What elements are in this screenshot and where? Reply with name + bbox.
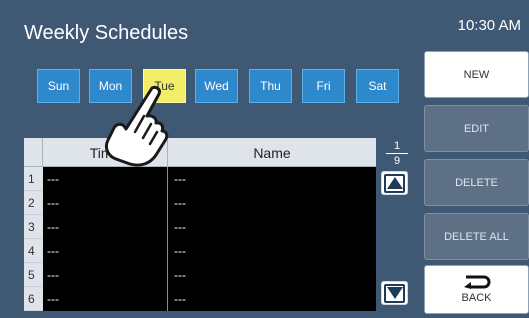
- new-button[interactable]: NEW: [424, 51, 529, 98]
- hand-pointer-icon: [104, 85, 169, 167]
- row-name: ---: [168, 239, 376, 263]
- table-row[interactable]: 2 --- ---: [24, 191, 376, 215]
- down-arrow-icon: [384, 283, 405, 303]
- edit-button[interactable]: EDIT: [424, 105, 529, 152]
- row-name: ---: [168, 287, 376, 311]
- row-number: 3: [24, 215, 43, 239]
- row-name: ---: [168, 167, 376, 191]
- row-number: 5: [24, 263, 43, 287]
- row-number: 4: [24, 239, 43, 263]
- row-time: ---: [43, 215, 168, 239]
- day-button-wed[interactable]: Wed: [195, 69, 238, 103]
- delete-button[interactable]: DELETE: [424, 159, 529, 206]
- table-row[interactable]: 4 --- ---: [24, 239, 376, 263]
- delete-all-button[interactable]: DELETE ALL: [424, 213, 529, 260]
- page-divider: [386, 153, 408, 154]
- page-title: Weekly Schedules: [24, 22, 189, 44]
- row-time: ---: [43, 239, 168, 263]
- table-row[interactable]: 5 --- ---: [24, 263, 376, 287]
- row-time: ---: [43, 167, 168, 191]
- day-button-thu[interactable]: Thu: [249, 69, 292, 103]
- row-name: ---: [168, 263, 376, 287]
- table-row[interactable]: 6 --- ---: [24, 287, 376, 311]
- row-time: ---: [43, 191, 168, 215]
- clock: 10:30 AM: [457, 17, 521, 34]
- page-current: 1: [393, 140, 401, 152]
- header-name: Name: [253, 144, 291, 161]
- day-button-fri[interactable]: Fri: [302, 69, 345, 103]
- day-button-sun[interactable]: Sun: [37, 69, 80, 103]
- scroll-down-button[interactable]: [381, 281, 408, 305]
- back-label: BACK: [461, 292, 492, 304]
- schedule-table: Time Name 1 --- --- 2 --- --- 3 --- --- …: [0, 138, 376, 314]
- table-header: Time Name: [24, 138, 376, 167]
- scroll-up-button[interactable]: [381, 171, 408, 195]
- up-arrow-icon: [384, 173, 405, 193]
- day-button-sat[interactable]: Sat: [356, 69, 399, 103]
- back-arrow-icon: [463, 275, 490, 289]
- row-time: ---: [43, 263, 168, 287]
- table-row[interactable]: 3 --- ---: [24, 215, 376, 239]
- row-number: 1: [24, 167, 43, 191]
- row-time: ---: [43, 287, 168, 311]
- table-row[interactable]: 1 --- ---: [24, 167, 376, 191]
- row-name: ---: [168, 215, 376, 239]
- row-name: ---: [168, 191, 376, 215]
- row-number: 2: [24, 191, 43, 215]
- back-button[interactable]: BACK: [424, 265, 529, 314]
- weekly-schedules-screen: Weekly Schedules 10:30 AM Sun Mon Tue We…: [0, 0, 529, 318]
- page-total: 9: [393, 155, 401, 167]
- row-number: 6: [24, 287, 43, 311]
- header-number-cell: [24, 138, 43, 167]
- page-indicator: 1 9: [386, 140, 408, 167]
